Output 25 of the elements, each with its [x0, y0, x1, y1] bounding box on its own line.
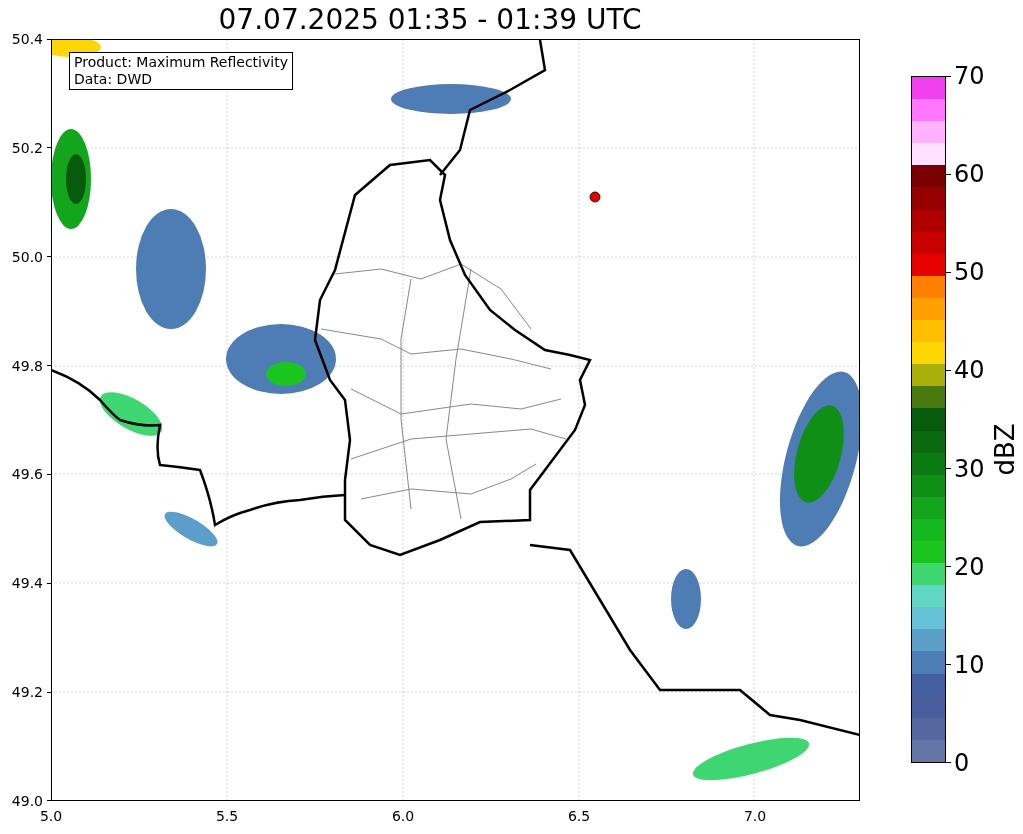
tick-label: 5.0 [39, 809, 63, 823]
tick-label: 50 [954, 260, 986, 285]
tick-label: 30 [954, 456, 986, 481]
tick-label: 60 [954, 162, 986, 187]
tick-label: 6.0 [391, 809, 415, 823]
tick-label: 49.2 [11, 685, 43, 700]
tick-label: 50.2 [11, 140, 43, 155]
tick-label: 50.4 [11, 32, 43, 46]
tick-label: 49.6 [11, 467, 43, 482]
tick-label: 7.0 [743, 809, 767, 823]
tick-label: 50.0 [11, 249, 43, 264]
tick-label: 5.5 [215, 809, 239, 823]
legend-text: Data: DWD [74, 71, 153, 88]
tick-label: 49.0 [11, 793, 43, 808]
legend-text: Product: Maximum Reflectivity [74, 54, 288, 71]
tick-label: 40 [954, 358, 986, 383]
tick-label: 49.8 [11, 358, 43, 373]
tick-label: 10 [954, 652, 986, 677]
tick-label: 20 [954, 554, 986, 579]
axis-label: dBZ [988, 423, 1021, 476]
tick-label: 49.4 [11, 576, 43, 591]
tick-label: 0 [954, 751, 971, 775]
tick-label: 6.5 [567, 809, 591, 823]
chart-title: 07.07.2025 01:35 - 01:39 UTC [218, 5, 642, 34]
tick-label: 70 [954, 64, 986, 88]
